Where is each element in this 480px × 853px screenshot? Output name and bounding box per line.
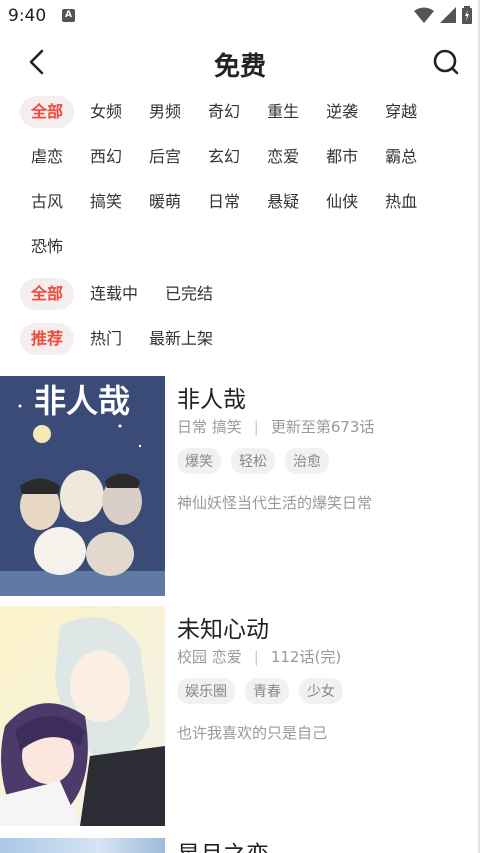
meta-divider: | <box>253 647 259 666</box>
category-chip[interactable]: 西幻 <box>79 141 133 173</box>
book-title[interactable]: 未知心动 <box>177 610 269 644</box>
category-chip[interactable]: 女频 <box>79 96 133 128</box>
book-tag: 青春 <box>245 678 289 704</box>
category-chip[interactable]: 都市 <box>315 141 369 173</box>
status-time: 9:40 <box>8 6 47 26</box>
book-cover[interactable] <box>0 606 165 826</box>
book-tag: 轻松 <box>231 448 275 474</box>
sort-filter: 推荐 热门 最新上架 <box>20 323 460 355</box>
book-genres: 校园 恋爱 <box>177 648 242 666</box>
category-chip[interactable]: 古风 <box>20 186 74 218</box>
search-icon <box>433 49 459 75</box>
book-meta: 校园 恋爱 | 112话(完) <box>177 646 341 667</box>
book-cover-partial[interactable] <box>0 838 165 853</box>
book-meta: 日常 搞笑 | 更新至第673话 <box>177 416 374 437</box>
category-chip[interactable]: 悬疑 <box>256 186 310 218</box>
category-chip[interactable]: 玄幻 <box>197 141 251 173</box>
category-chip[interactable]: 奇幻 <box>197 96 251 128</box>
category-chip[interactable]: 日常 <box>197 186 251 218</box>
book-tag: 爆笑 <box>177 448 221 474</box>
category-chip[interactable]: 穿越 <box>374 96 428 128</box>
meta-divider: | <box>253 417 259 436</box>
status-chip-all[interactable]: 全部 <box>20 278 75 310</box>
sort-chip-popular[interactable]: 热门 <box>79 323 133 355</box>
status-chip-completed[interactable]: 已完结 <box>154 278 224 310</box>
nav-bar: 免费 <box>0 34 480 90</box>
category-chip[interactable]: 重生 <box>256 96 310 128</box>
category-chip[interactable]: 暖萌 <box>138 186 192 218</box>
category-chip[interactable]: 霸总 <box>374 141 428 173</box>
app-notification-icon: A <box>62 9 75 22</box>
book-genres: 日常 搞笑 <box>177 418 242 436</box>
book-list-item[interactable]: 非人哉 非人哉 日常 搞笑 | 更新至第673话 爆笑 轻松 治愈 神仙妖怪当代… <box>0 376 480 598</box>
book-description: 也许我喜欢的只是自己 <box>177 724 328 742</box>
category-chip[interactable]: 搞笑 <box>79 186 133 218</box>
category-chip-all[interactable]: 全部 <box>20 96 75 128</box>
status-filter: 全部 连载中 已完结 <box>20 278 460 310</box>
book-title[interactable]: 非人哉 <box>177 380 246 414</box>
battery-icon <box>462 6 472 24</box>
signal-icon <box>440 7 456 23</box>
book-cover[interactable]: 非人哉 <box>0 376 165 596</box>
sort-chip-recommended[interactable]: 推荐 <box>20 323 75 355</box>
category-chip[interactable]: 虐恋 <box>20 141 74 173</box>
book-tag: 治愈 <box>285 448 329 474</box>
cover-illustration <box>0 606 165 826</box>
book-list-item[interactable]: 未知心动 校园 恋爱 | 112话(完) 娱乐圈 青春 少女 也许我喜欢的只是自… <box>0 606 480 828</box>
category-chip[interactable]: 男频 <box>138 96 192 128</box>
category-chip[interactable]: 仙侠 <box>315 186 369 218</box>
book-tag: 娱乐圈 <box>177 678 235 704</box>
book-title-partial[interactable]: 星月之恋 <box>177 840 269 853</box>
book-progress: 更新至第673话 <box>270 418 375 436</box>
book-tag: 少女 <box>299 678 343 704</box>
category-chip[interactable]: 热血 <box>374 186 428 218</box>
page-title: 免费 <box>213 52 266 82</box>
category-chip[interactable]: 后宫 <box>138 141 192 173</box>
cover-illustration: 非人哉 <box>0 376 165 596</box>
book-progress: 112话(完) <box>270 648 342 666</box>
book-description: 神仙妖怪当代生活的爆笑日常 <box>177 494 373 512</box>
book-tags: 娱乐圈 青春 少女 <box>177 678 343 704</box>
status-bar: 9:40 A <box>0 0 480 32</box>
status-icons <box>414 6 472 24</box>
category-chip[interactable]: 恋爱 <box>256 141 310 173</box>
cover-title: 非人哉 <box>34 383 130 419</box>
wifi-icon <box>414 7 434 23</box>
search-button[interactable] <box>430 46 462 78</box>
sort-chip-newest[interactable]: 最新上架 <box>138 323 224 355</box>
category-filter: 全部 女频 男频 奇幻 重生 逆袭 穿越 虐恋 西幻 后宫 玄幻 恋爱 都市 霸… <box>20 96 460 276</box>
category-chip[interactable]: 逆袭 <box>315 96 369 128</box>
book-tags: 爆笑 轻松 治愈 <box>177 448 329 474</box>
category-chip[interactable]: 恐怖 <box>20 231 74 263</box>
status-chip-ongoing[interactable]: 连载中 <box>79 278 149 310</box>
